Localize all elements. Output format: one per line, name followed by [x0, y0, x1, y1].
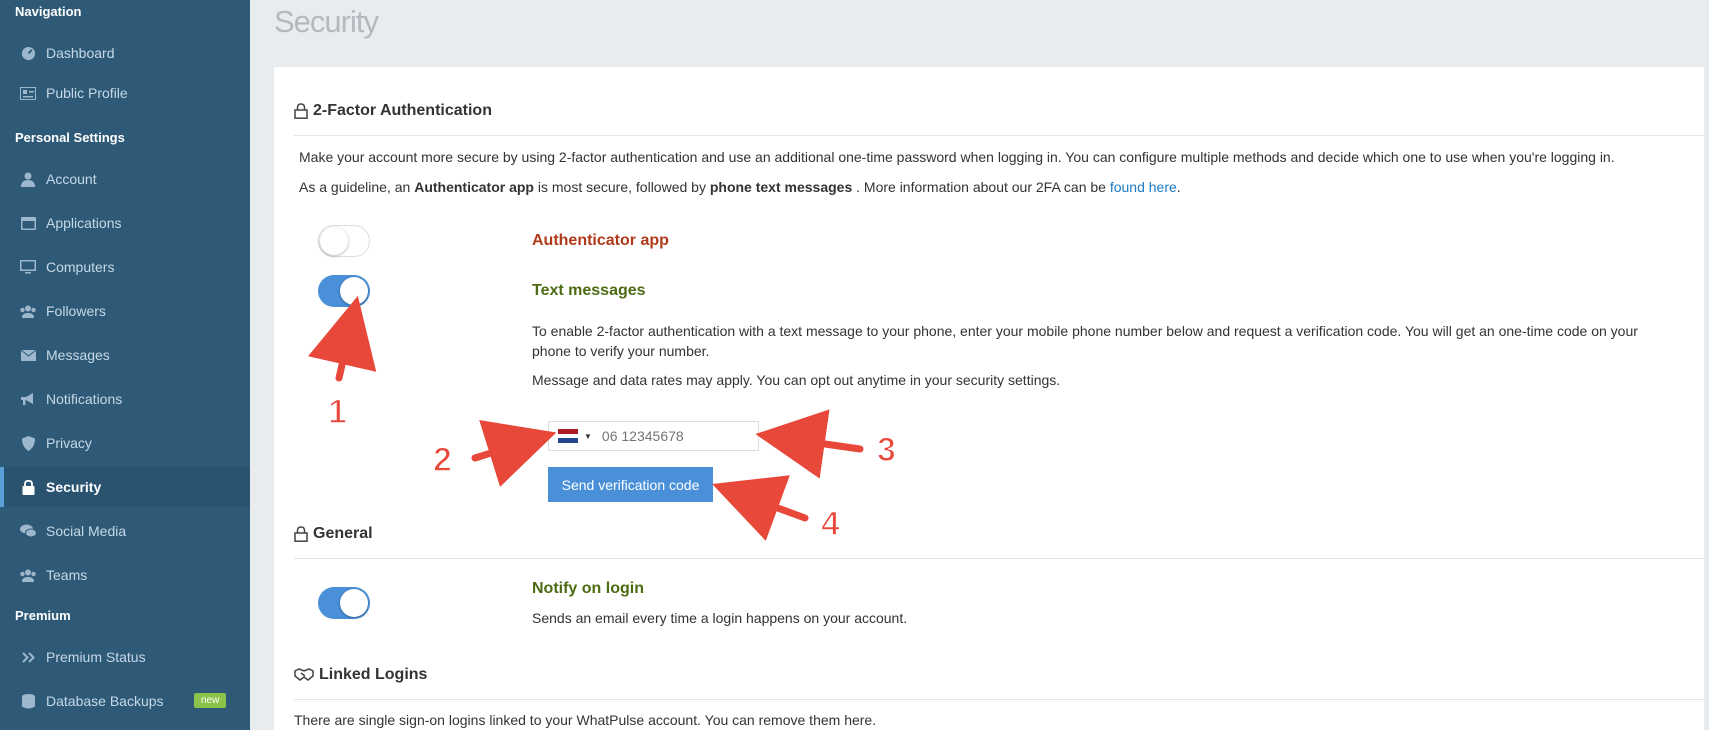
- text-messages-rates: Message and data rates may apply. You ca…: [532, 372, 1061, 388]
- sidebar-item-label: Followers: [46, 303, 106, 319]
- database-icon: [19, 693, 37, 709]
- megaphone-icon: [19, 391, 37, 407]
- lock-outline-icon: [294, 526, 308, 542]
- found-here-link[interactable]: found here: [1110, 179, 1177, 195]
- sidebar-section-navigation: Navigation: [15, 4, 82, 19]
- twofa-heading: 2-Factor Authentication: [294, 102, 492, 120]
- sidebar-item-label: Messages: [46, 347, 110, 363]
- notify-on-login-title: Notify on login: [532, 580, 644, 597]
- monitor-icon: [19, 259, 37, 275]
- sidebar-item-label: Notifications: [46, 391, 123, 407]
- window-icon: [19, 215, 37, 231]
- sidebar-item-label: Security: [46, 479, 102, 495]
- user-icon: [19, 171, 37, 187]
- sidebar-item-label: Account: [46, 171, 97, 187]
- netherlands-flag-icon[interactable]: [558, 429, 578, 444]
- sidebar-item-label: Privacy: [46, 435, 92, 451]
- envelope-icon: [19, 347, 37, 363]
- sidebar-item-account[interactable]: Account: [0, 159, 250, 199]
- sidebar-item-label: Social Media: [46, 523, 127, 539]
- users-icon: [19, 567, 37, 583]
- guide-phone-bold: phone text messages: [709, 179, 853, 195]
- twofa-heading-text: 2-Factor Authentication: [313, 102, 492, 119]
- divider: [294, 558, 1704, 559]
- twofa-intro: Make your account more secure by using 2…: [299, 149, 1615, 165]
- sidebar-item-label: Database Backups: [46, 693, 164, 709]
- sidebar-item-messages[interactable]: Messages: [0, 335, 250, 375]
- text-messages-desc: To enable 2-factor authentication with a…: [532, 323, 1638, 359]
- sidebar-item-database-backups[interactable]: Database Backups new: [0, 681, 250, 721]
- sidebar-item-teams[interactable]: Teams: [0, 555, 250, 595]
- dashboard-icon: [19, 45, 37, 61]
- divider: [294, 135, 1704, 136]
- sidebar-item-label: Dashboard: [46, 45, 115, 61]
- sidebar-item-followers[interactable]: Followers: [0, 291, 250, 331]
- sidebar-item-label: Applications: [46, 215, 122, 231]
- text-messages-title: Text messages: [532, 282, 646, 299]
- sidebar-item-dashboard[interactable]: Dashboard: [0, 33, 250, 73]
- sidebar-item-security[interactable]: Security: [0, 467, 250, 507]
- page-title: Security: [274, 4, 379, 39]
- shield-icon: [19, 435, 37, 451]
- handshake-icon: [294, 668, 314, 682]
- sidebar-item-label: Public Profile: [46, 85, 128, 101]
- sidebar-item-notifications[interactable]: Notifications: [0, 379, 250, 419]
- sidebar-item-premium-status[interactable]: Premium Status: [0, 637, 250, 677]
- double-chevron-icon: [19, 649, 37, 665]
- linked-logins-heading-text: Linked Logins: [319, 666, 428, 683]
- authenticator-title: Authenticator app: [532, 232, 669, 249]
- sidebar-item-social-media[interactable]: Social Media: [0, 511, 250, 551]
- guide-text: .: [1176, 179, 1181, 195]
- guide-text: is most secure, followed by: [533, 179, 710, 195]
- guide-authenticator-bold: Authenticator app: [414, 179, 534, 195]
- toggle-knob: [320, 227, 348, 255]
- text-messages-toggle[interactable]: [318, 275, 370, 307]
- sidebar-section-premium: Premium: [15, 608, 71, 623]
- phone-number-field[interactable]: ▼: [548, 421, 759, 451]
- sidebar-section-personal-settings: Personal Settings: [15, 130, 125, 145]
- id-card-icon: [19, 85, 37, 101]
- linked-logins-desc: There are single sign-on logins linked t…: [294, 712, 877, 728]
- notify-on-login-toggle[interactable]: [318, 587, 370, 619]
- notify-on-login-desc: Sends an email every time a login happen…: [532, 610, 908, 626]
- sidebar-item-label: Premium Status: [46, 649, 146, 665]
- sidebar-item-label: Teams: [46, 567, 88, 583]
- lock-outline-icon: [294, 103, 308, 119]
- authenticator-toggle[interactable]: [318, 225, 370, 257]
- chat-icon: [19, 523, 37, 539]
- guide-text: . More information about our 2FA can be: [852, 179, 1110, 195]
- sidebar-item-applications[interactable]: Applications: [0, 203, 250, 243]
- users-icon: [19, 303, 37, 319]
- sidebar: Navigation Dashboard Public Profile Pers…: [0, 0, 250, 730]
- linked-logins-heading: Linked Logins: [294, 666, 427, 684]
- sidebar-item-label: Computers: [46, 259, 115, 275]
- lock-icon: [19, 479, 37, 495]
- toggle-knob: [340, 277, 368, 305]
- content-panel: 2-Factor Authentication Make your accoun…: [274, 67, 1704, 730]
- toggle-knob: [340, 589, 368, 617]
- phone-input[interactable]: [601, 428, 742, 444]
- send-verification-code-button[interactable]: Send verification code: [548, 467, 713, 502]
- general-heading-text: General: [313, 525, 373, 542]
- divider: [294, 699, 1704, 700]
- sidebar-item-privacy[interactable]: Privacy: [0, 423, 250, 463]
- new-badge: new: [194, 693, 227, 708]
- general-heading: General: [294, 525, 373, 543]
- guide-text: As a guideline, an: [299, 179, 415, 195]
- twofa-guideline: As a guideline, an Authenticator app is …: [299, 179, 1181, 195]
- chevron-down-icon[interactable]: ▼: [584, 432, 592, 441]
- sidebar-item-public-profile[interactable]: Public Profile: [0, 73, 250, 113]
- sidebar-item-computers[interactable]: Computers: [0, 247, 250, 287]
